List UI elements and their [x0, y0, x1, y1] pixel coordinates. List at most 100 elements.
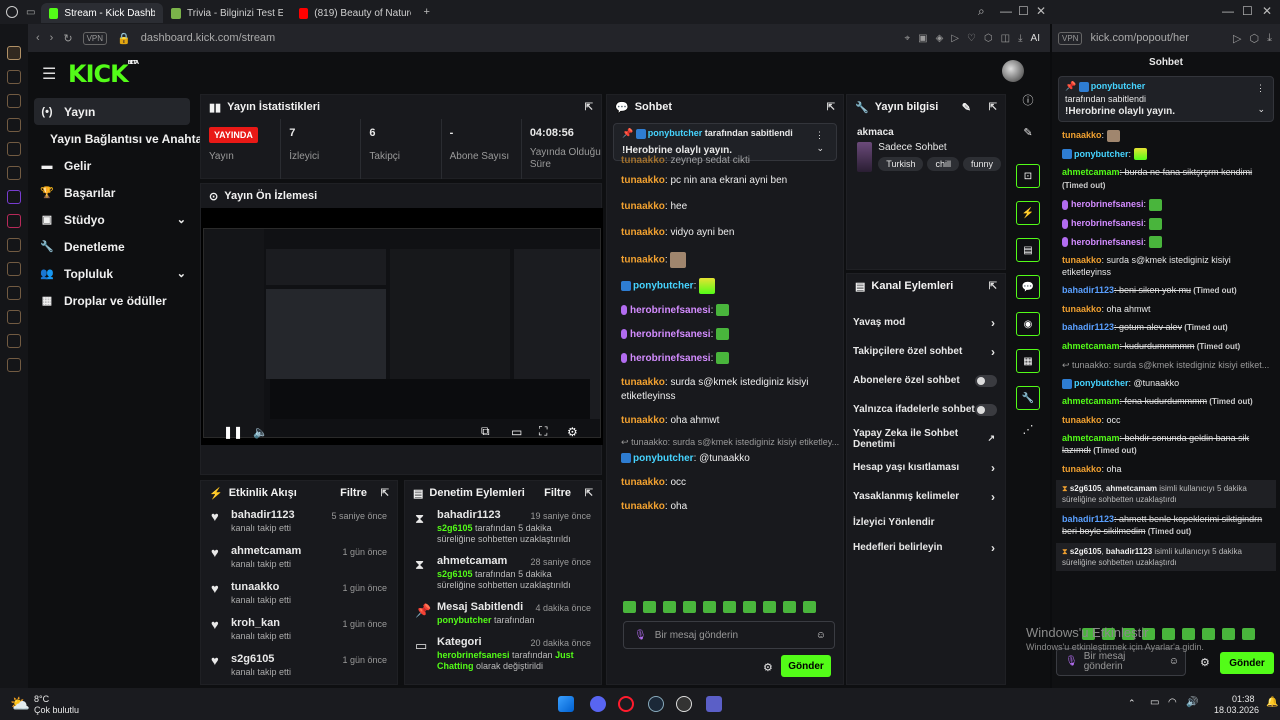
- close-icon[interactable]: ✕: [1036, 4, 1046, 18]
- reload-icon[interactable]: ↻: [63, 32, 72, 45]
- action-raid[interactable]: İzleyici Yönlendir: [847, 511, 1005, 533]
- twitch-icon[interactable]: [7, 190, 21, 204]
- popout-icon[interactable]: ⇱: [585, 488, 593, 499]
- new-tab-icon[interactable]: +: [423, 6, 429, 18]
- trophy-side-icon[interactable]: [7, 310, 21, 324]
- url-field[interactable]: dashboard.kick.com/stream: [141, 32, 276, 44]
- chat-username[interactable]: ahmetcamam: [1062, 341, 1120, 351]
- speaker-icon[interactable]: 🔊: [1186, 697, 1198, 708]
- chat-username[interactable]: bahadir1123: [1062, 285, 1114, 295]
- action-followers-only[interactable]: Takipçilere özel sohbet ›: [847, 337, 1005, 366]
- obs-icon[interactable]: [676, 696, 692, 712]
- popout-player-icon[interactable]: ▷: [1233, 32, 1241, 45]
- opera-icon[interactable]: [618, 696, 634, 712]
- emote-icon[interactable]: [1222, 628, 1235, 640]
- sidebar-item-topluluk[interactable]: 👥 Topluluk ⌄: [34, 260, 190, 287]
- emote-icon[interactable]: [663, 601, 676, 613]
- search-icon[interactable]: ⌕: [978, 4, 985, 19]
- emote-icon[interactable]: [1242, 628, 1255, 640]
- popout-download-icon[interactable]: ⤓: [1267, 32, 1280, 45]
- notification-icon[interactable]: 🔔: [1266, 697, 1278, 708]
- chat-username[interactable]: herobrinefsanesi: [1071, 218, 1144, 228]
- chat-username[interactable]: tunaakko: [1062, 255, 1102, 265]
- play-icon[interactable]: [7, 262, 21, 276]
- action-banned-words[interactable]: Yasaklanmış kelimeler ›: [847, 482, 1005, 511]
- tray-chevron-icon[interactable]: ⌃: [1128, 698, 1136, 709]
- chat-username[interactable]: ahmetcamam: [1062, 167, 1120, 177]
- maximize-icon[interactable]: ☐: [1018, 4, 1029, 18]
- home-icon[interactable]: [7, 46, 21, 60]
- chat-username[interactable]: tunaakko: [1062, 130, 1102, 140]
- tab-youtube[interactable]: (819) Beauty of Nature | Fa: [291, 3, 419, 23]
- network-icon[interactable]: ▭: [1150, 697, 1159, 708]
- action-account-age[interactable]: Hesap yaşı kısıtlaması ›: [847, 453, 1005, 482]
- layout-icon[interactable]: ▦: [1016, 349, 1040, 373]
- more-options-icon[interactable]: ⋮: [1256, 83, 1265, 94]
- heart-icon[interactable]: ♡: [967, 33, 976, 44]
- popout-settings-icon[interactable]: ⚙: [1200, 656, 1210, 669]
- download-icon[interactable]: ⤓: [1018, 33, 1022, 44]
- gamepad-icon[interactable]: [7, 70, 21, 84]
- sidebar-item-stream-key[interactable]: Yayın Bağlantısı ve Anahtarı: [34, 125, 210, 152]
- theater-icon[interactable]: ▭: [511, 425, 522, 439]
- chat-username[interactable]: ponybutcher: [1074, 378, 1129, 388]
- crown-icon[interactable]: [7, 334, 21, 348]
- discord-icon[interactable]: [590, 696, 606, 712]
- teams-icon[interactable]: [706, 696, 722, 712]
- emote-icon[interactable]: [703, 601, 716, 613]
- video-player[interactable]: ❚❚ 🔈 ⧉ ▭ ⛶ ⚙: [201, 208, 603, 445]
- chat-username[interactable]: ahmetcamam: [1062, 433, 1120, 443]
- emote-icon[interactable]: [743, 601, 756, 613]
- edit-icon[interactable]: ✎: [962, 101, 971, 114]
- chat-username[interactable]: tunaakko: [1062, 304, 1102, 314]
- minimize-icon[interactable]: —: [1000, 4, 1012, 18]
- chat-username[interactable]: tunaakko: [1062, 464, 1102, 474]
- shield-icon[interactable]: ◈: [936, 33, 944, 44]
- back-icon[interactable]: ‹: [36, 32, 40, 44]
- popout-icon[interactable]: ⇱: [381, 488, 389, 499]
- notes-icon[interactable]: ▤: [1016, 238, 1040, 262]
- emote-only-toggle[interactable]: [975, 403, 997, 416]
- broadcast-icon[interactable]: ◉: [1016, 312, 1040, 336]
- popout-minimize-icon[interactable]: —: [1222, 4, 1234, 18]
- emoji-icon[interactable]: ☺: [1169, 657, 1179, 667]
- snapshot-icon[interactable]: ▣: [918, 33, 927, 44]
- print-icon[interactable]: [7, 118, 21, 132]
- tab-kick-dashboard[interactable]: Stream - Kick Dashboard: [41, 3, 164, 23]
- popout-icon[interactable]: ⇱: [989, 281, 997, 292]
- bookmark-icon[interactable]: ⌖: [904, 33, 910, 44]
- box-icon[interactable]: [7, 358, 21, 372]
- action-ai-moderation[interactable]: Yapay Zeka ile Sohbet Denetimi ↗: [847, 424, 1005, 453]
- filter-button[interactable]: Filtre: [340, 487, 367, 499]
- chat-settings-icon[interactable]: ⚙: [763, 661, 773, 674]
- popout-icon[interactable]: ⇱: [989, 102, 997, 113]
- profile-avatar[interactable]: [1002, 60, 1024, 82]
- message-icon[interactable]: 💬: [1016, 275, 1040, 299]
- wallet-icon[interactable]: ◫: [1001, 33, 1010, 44]
- emote-icon[interactable]: [643, 601, 656, 613]
- extensions-icon[interactable]: ⬡: [984, 33, 993, 44]
- pause-icon[interactable]: ❚❚: [223, 425, 243, 439]
- lightning-icon[interactable]: ⚡: [1016, 201, 1040, 225]
- hamburger-menu-icon[interactable]: ☰: [42, 64, 56, 84]
- popout-icon[interactable]: ⇱: [827, 102, 835, 113]
- tag-chip[interactable]: Turkish: [878, 157, 924, 171]
- action-emote-only[interactable]: Yalnızca ifadelerle sohbet: [847, 395, 1005, 424]
- share-icon[interactable]: ⋰: [1006, 423, 1050, 436]
- clock-date[interactable]: 18.03.2026: [1214, 705, 1259, 715]
- sidebar-item-yayin[interactable]: (•) Yayın: [34, 98, 190, 125]
- browser-menu-icon[interactable]: [6, 6, 18, 18]
- volume-icon[interactable]: 🔈: [253, 425, 268, 439]
- fullscreen-icon[interactable]: ⛶: [539, 424, 547, 439]
- sidebar-item-basarilar[interactable]: 🏆 Başarılar: [34, 179, 190, 206]
- more-options-icon[interactable]: ⋮: [815, 130, 824, 141]
- tab-list-icon[interactable]: ▭: [26, 7, 35, 18]
- chat-icon[interactable]: [7, 142, 21, 156]
- bag-icon[interactable]: [7, 94, 21, 108]
- popout-url-field[interactable]: kick.com/popout/her: [1090, 32, 1188, 44]
- emote-icon[interactable]: [783, 601, 796, 613]
- emote-icon[interactable]: [623, 601, 636, 613]
- info-icon[interactable]: ⓘ: [1006, 92, 1050, 110]
- send-button[interactable]: Gönder: [781, 655, 831, 677]
- emote-icon[interactable]: [803, 601, 816, 613]
